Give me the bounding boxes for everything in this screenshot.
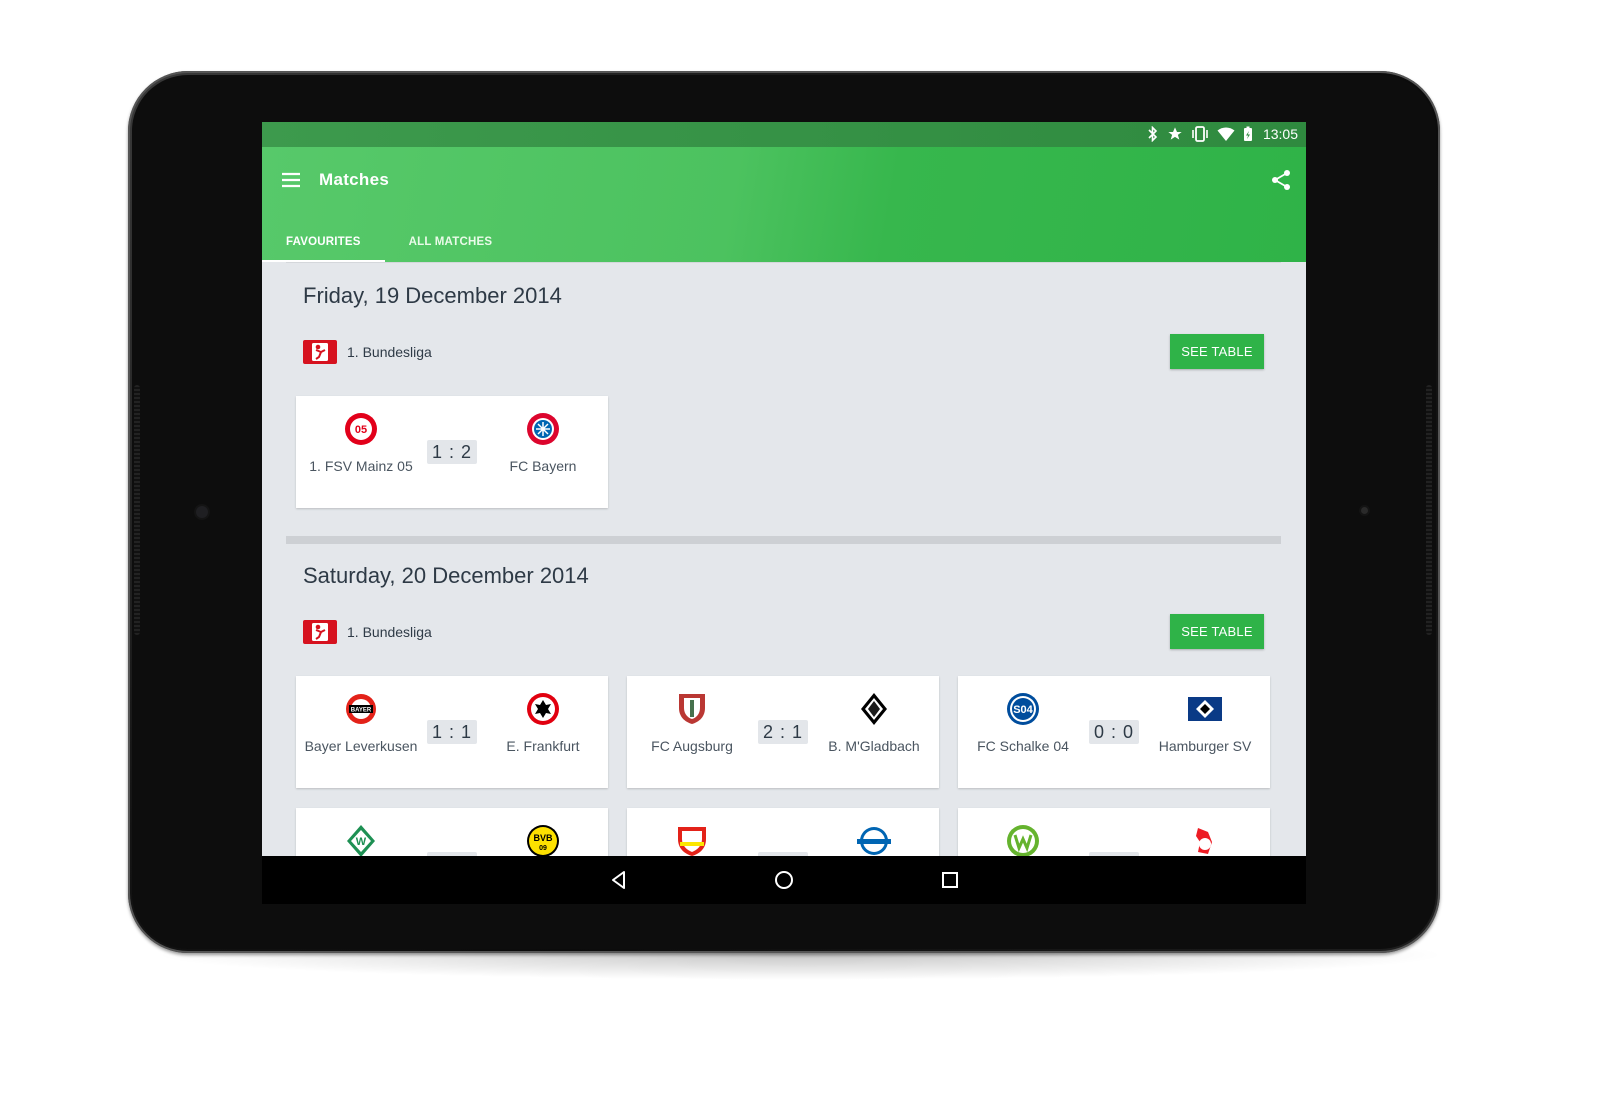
away-team: BVB 09	[478, 808, 608, 856]
stuttgart-crest-icon	[678, 827, 706, 856]
paderborn-crest-icon	[857, 827, 891, 855]
bundesliga-logo-icon	[303, 340, 337, 364]
home-team: S04 FC Schalke 04	[958, 676, 1088, 788]
top-divider	[286, 262, 1281, 263]
gladbach-crest-icon	[861, 693, 887, 725]
status-time: 13:05	[1262, 126, 1298, 142]
home-team	[958, 808, 1088, 856]
away-team: Hamburger SV	[1140, 676, 1270, 788]
match-card[interactable]: S04 FC Schalke 04 0 : 0 Hamburger SV	[958, 676, 1270, 788]
leverkusen-crest-icon: BAYER	[346, 694, 376, 724]
page-title: Matches	[319, 170, 390, 189]
home-team	[627, 808, 757, 856]
svg-text:W: W	[356, 836, 367, 848]
app-bar: Matches FAVOURITES ALL MATCHES	[262, 147, 1306, 262]
away-team-name: E. Frankfurt	[506, 738, 580, 754]
bremen-crest-icon: W	[347, 825, 375, 856]
svg-text:BAYER: BAYER	[351, 708, 372, 714]
match-card[interactable]: FC Augsburg 2 : 1 B. M'Gladbach	[627, 676, 939, 788]
away-team-name: FC Bayern	[509, 458, 577, 474]
home-team: 05 1. FSV Mainz 05	[296, 396, 426, 508]
vibrate-icon	[1191, 126, 1209, 142]
away-team-name: Hamburger SV	[1158, 738, 1252, 754]
match-score: 0 : 0	[1089, 720, 1139, 744]
match-score: 1 : 2	[427, 440, 477, 464]
wolfsburg-crest-icon	[1007, 825, 1039, 856]
league-header: 1. Bundesliga	[303, 617, 432, 647]
home-team: FC Augsburg	[627, 676, 757, 788]
mainz-crest-icon: 05	[345, 413, 377, 445]
league-name: 1. Bundesliga	[347, 344, 432, 360]
star-icon	[1167, 126, 1183, 142]
match-card[interactable]	[627, 808, 939, 856]
matches-list[interactable]: Friday, 19 December 2014 1. Bundesliga S…	[262, 262, 1306, 856]
match-card[interactable]: W BVB 09	[296, 808, 608, 856]
wifi-icon	[1217, 126, 1235, 142]
schalke-crest-icon: S04	[1007, 693, 1039, 725]
battery-charging-icon	[1243, 126, 1253, 142]
svg-text:BVB: BVB	[533, 833, 553, 843]
recents-icon[interactable]	[938, 868, 962, 892]
date-heading: Friday, 19 December 2014	[303, 283, 562, 308]
koeln-crest-icon	[1196, 828, 1212, 854]
home-team-name: 1. FSV Mainz 05	[309, 458, 413, 474]
away-team: B. M'Gladbach	[809, 676, 939, 788]
svg-text:S04: S04	[1013, 704, 1033, 716]
home-icon[interactable]	[772, 868, 796, 892]
tab-all-matches[interactable]: ALL MATCHES	[385, 222, 517, 262]
match-card[interactable]: BAYER Bayer Leverkusen 1 : 1 E. Frankfur…	[296, 676, 608, 788]
match-score: 1 : 1	[427, 720, 477, 744]
back-icon[interactable]	[607, 868, 631, 892]
away-team: FC Bayern	[478, 396, 608, 508]
date-heading: Saturday, 20 December 2014	[303, 563, 589, 588]
share-icon[interactable]	[1269, 168, 1293, 192]
league-header: 1. Bundesliga	[303, 337, 432, 367]
away-team: E. Frankfurt	[478, 676, 608, 788]
home-team-name: FC Schalke 04	[977, 738, 1069, 754]
status-bar: 13:05	[262, 122, 1306, 147]
see-table-button[interactable]: SEE TABLE	[1170, 334, 1264, 369]
augsburg-crest-icon	[679, 694, 705, 724]
tab-bar: FAVOURITES ALL MATCHES	[262, 222, 516, 262]
speaker-grille-left	[134, 385, 140, 635]
light-sensor	[1361, 507, 1368, 514]
frankfurt-crest-icon	[527, 693, 559, 725]
away-team	[809, 808, 939, 856]
away-team-name: B. M'Gladbach	[828, 738, 920, 754]
menu-icon[interactable]	[280, 169, 302, 191]
tab-favourites[interactable]: FAVOURITES	[262, 222, 385, 262]
match-card[interactable]: 05 1. FSV Mainz 05 1 : 2 FC Bayern	[296, 396, 608, 508]
see-table-button[interactable]: SEE TABLE	[1170, 614, 1264, 649]
screen: 13:05 Matches FAVOURITES ALL MATCHES Fri…	[262, 122, 1306, 856]
match-score: 2 : 1	[758, 720, 808, 744]
bayern-crest-icon	[527, 413, 559, 445]
svg-text:09: 09	[539, 845, 547, 852]
home-team-name: Bayer Leverkusen	[304, 738, 418, 754]
home-team: W	[296, 808, 426, 856]
bundesliga-logo-icon	[303, 620, 337, 644]
league-name: 1. Bundesliga	[347, 624, 432, 640]
home-team-name: FC Augsburg	[651, 738, 733, 754]
home-team: BAYER Bayer Leverkusen	[296, 676, 426, 788]
bluetooth-icon	[1147, 126, 1159, 142]
front-camera	[196, 506, 208, 518]
dortmund-crest-icon: BVB 09	[527, 825, 559, 856]
section-divider	[286, 536, 1281, 544]
speaker-grille-right	[1426, 385, 1432, 635]
navigation-bar	[262, 856, 1306, 904]
svg-text:05: 05	[355, 424, 367, 436]
match-card[interactable]	[958, 808, 1270, 856]
away-team	[1140, 808, 1270, 856]
hamburg-crest-icon	[1188, 697, 1222, 721]
